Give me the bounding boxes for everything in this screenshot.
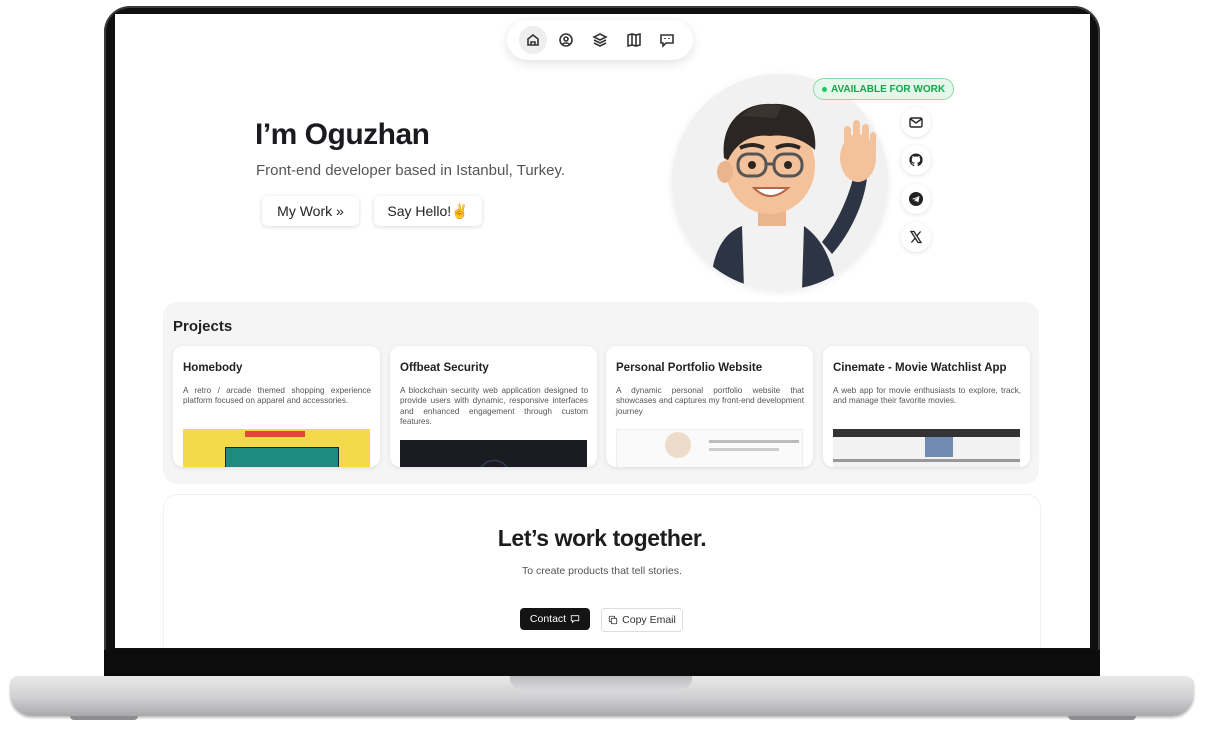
project-card-portfolio[interactable]: Personal Portfolio Website A dynamic per…: [606, 346, 813, 467]
social-mail[interactable]: [901, 107, 931, 137]
cta-subtitle: To create products that tell stories.: [522, 565, 682, 577]
project-description: A retro / arcade themed shopping experie…: [183, 386, 371, 406]
social-github[interactable]: [901, 145, 931, 175]
contact-button-label: Contact: [529, 613, 567, 625]
project-title: Offbeat Security: [400, 362, 489, 374]
projects-section: Projects Homebody A retro / arcade theme…: [163, 302, 1039, 484]
mail-icon: [909, 117, 923, 128]
copy-icon: [608, 615, 618, 625]
projects-title: Projects: [173, 318, 233, 335]
project-card-offbeat[interactable]: Offbeat Security A blockchain security w…: [390, 346, 597, 467]
thumbnail-banner: [245, 431, 305, 437]
project-thumbnail: [183, 429, 370, 467]
project-thumbnail: [616, 429, 803, 467]
my-work-button[interactable]: My Work »: [262, 196, 359, 226]
say-hello-button[interactable]: Say Hello!✌️: [374, 196, 482, 226]
nav-home[interactable]: [518, 26, 547, 54]
thumbnail-avatar: [665, 432, 691, 458]
contact-section: Let’s work together. To create products …: [163, 494, 1041, 648]
project-thumbnail: [400, 440, 587, 467]
project-title: Homebody: [183, 362, 243, 374]
copy-email-button[interactable]: Copy Email: [601, 608, 683, 632]
browser-screen: I’m Oguzhan Front-end developer based in…: [115, 14, 1090, 648]
map-icon: [626, 32, 641, 48]
hero-subtitle: Front-end developer based in Istanbul, T…: [256, 162, 566, 179]
laptop-foot-right: [1068, 716, 1136, 720]
status-dot-icon: [822, 86, 827, 92]
thumbnail-line: [833, 459, 1020, 462]
telegram-icon: [909, 192, 923, 206]
thumbnail-line: [709, 440, 799, 443]
project-title: Personal Portfolio Website: [616, 362, 763, 374]
project-card-homebody[interactable]: Homebody A retro / arcade themed shoppin…: [173, 346, 380, 467]
top-nav: [507, 20, 693, 60]
layers-icon: [592, 33, 608, 47]
nav-contact[interactable]: [653, 26, 681, 54]
project-description: A web app for movie enthusiasts to explo…: [833, 386, 1021, 406]
project-description: A dynamic personal portfolio website tha…: [616, 386, 804, 416]
copy-email-label: Copy Email: [622, 614, 676, 626]
github-icon: [909, 153, 923, 167]
home-icon: [526, 33, 539, 46]
thumbnail-circle: [478, 460, 510, 467]
message-icon: [570, 615, 580, 624]
cta-title: Let’s work together.: [497, 525, 707, 551]
nav-projects[interactable]: [586, 26, 614, 54]
x-icon: [909, 230, 923, 244]
thumbnail-poster: [925, 437, 953, 457]
laptop-notch: [510, 676, 692, 690]
memoji-illustration: [710, 103, 876, 290]
project-title: Cinemate - Movie Watchlist App: [833, 362, 1007, 374]
contact-button[interactable]: Contact: [520, 608, 590, 630]
project-description: A blockchain security web application de…: [400, 386, 588, 427]
project-card-cinemate[interactable]: Cinemate - Movie Watchlist App A web app…: [823, 346, 1030, 467]
message-icon: [660, 34, 675, 48]
social-telegram[interactable]: [901, 184, 931, 214]
laptop-foot-left: [70, 716, 138, 720]
social-x[interactable]: [901, 222, 931, 252]
availability-badge: AVAILABLE FOR WORK: [813, 78, 955, 100]
thumbnail-product-grid: [225, 447, 339, 467]
user-icon: [559, 33, 574, 47]
availability-badge-label: AVAILABLE FOR WORK: [831, 83, 946, 95]
nav-map[interactable]: [620, 26, 648, 54]
thumbnail-line: [709, 448, 779, 451]
project-thumbnail: [833, 429, 1020, 467]
hero-title: I’m Oguzhan: [255, 118, 430, 151]
thumbnail-header-bar: [833, 429, 1020, 437]
avatar: [672, 74, 888, 290]
nav-about[interactable]: [552, 26, 580, 54]
